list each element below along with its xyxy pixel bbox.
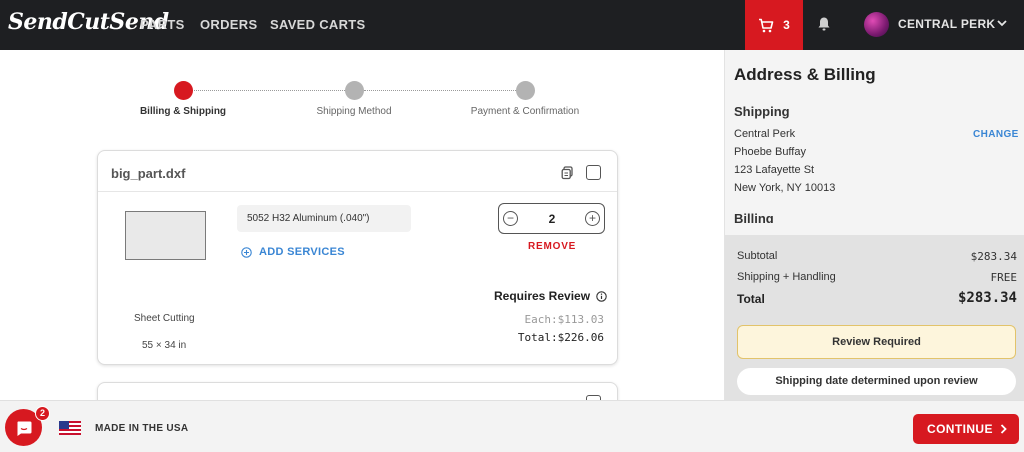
address-line: Central Perk (734, 128, 796, 140)
cart-icon (759, 18, 774, 32)
address-line: 123 Lafayette St (734, 164, 815, 176)
step-dot-billing[interactable] (174, 81, 193, 100)
quantity-value[interactable]: 2 (545, 212, 559, 226)
nav-parts[interactable]: PARTS (140, 17, 185, 32)
info-icon[interactable] (596, 290, 607, 302)
cart-count: 3 (783, 18, 790, 32)
increment-button[interactable]: + (585, 211, 600, 226)
quantity-stepper: − 2 + (498, 203, 605, 234)
material-select[interactable]: 5052 H32 Aluminum (.040") (237, 205, 411, 232)
shipping-value: FREE (990, 271, 1018, 284)
part-card: big_part.dxf 5052 H32 Aluminum (.040") A… (97, 150, 618, 365)
add-services-label: ADD SERVICES (259, 246, 345, 258)
stepper-connector (364, 90, 516, 91)
part-thumbnail[interactable] (125, 211, 206, 260)
avatar[interactable] (864, 12, 889, 37)
total-value: $283.34 (957, 290, 1017, 306)
stepper-connector (192, 90, 345, 91)
add-services-button[interactable]: ADD SERVICES (241, 246, 345, 258)
part-select-checkbox[interactable] (586, 165, 601, 180)
top-nav: SendCutSend PARTS ORDERS SAVED CARTS 3 C… (0, 0, 1024, 50)
change-address-link[interactable]: CHANGE (973, 129, 1019, 140)
part-filename: big_part.dxf (111, 166, 186, 181)
continue-button[interactable]: CONTINUE (913, 414, 1019, 444)
card-divider (98, 191, 617, 192)
continue-label: CONTINUE (927, 422, 993, 436)
nav-orders[interactable]: ORDERS (200, 17, 257, 32)
requires-review-label: Requires Review (494, 289, 591, 303)
shipping-date-note: Shipping date determined upon review (737, 368, 1016, 395)
footer-bar: 2 MADE IN THE USA CONTINUE (0, 400, 1024, 452)
shipping-label: Shipping + Handling (737, 271, 836, 283)
decrement-button[interactable]: − (503, 211, 518, 226)
review-required-badge: Review Required (737, 325, 1016, 359)
chat-badge: 2 (35, 406, 50, 421)
shipping-heading: Shipping (734, 104, 790, 119)
step-label-shipping[interactable]: Shipping Method (316, 106, 391, 117)
bell-icon[interactable] (817, 16, 831, 32)
process-type: Sheet Cutting (134, 313, 195, 324)
billing-heading: Billing (734, 211, 774, 223)
address-billing-panel: Address & Billing Shipping CHANGE Centra… (724, 50, 1024, 400)
step-label-billing[interactable]: Billing & Shipping (140, 106, 226, 117)
price-each: Each:$113.03 (524, 313, 604, 326)
subtotal-label: Subtotal (737, 250, 778, 262)
subtotal-value: $283.34 (970, 250, 1017, 263)
us-flag-icon (59, 421, 81, 435)
step-label-payment[interactable]: Payment & Confirmation (471, 106, 579, 117)
total-label: Total (737, 292, 765, 306)
remove-button[interactable]: REMOVE (528, 241, 576, 252)
chevron-down-icon[interactable] (997, 19, 1007, 27)
account-name[interactable]: CENTRAL PERK (898, 17, 995, 31)
copy-icon[interactable] (561, 166, 574, 180)
panel-title: Address & Billing (734, 65, 876, 84)
plus-circle-icon (241, 246, 252, 258)
address-line: Phoebe Buffay (734, 146, 806, 158)
chevron-right-icon (1000, 424, 1007, 434)
price-total: Total:$226.06 (517, 331, 604, 344)
order-summary: Subtotal $283.34 Shipping + Handling FRE… (725, 235, 1024, 400)
cart-button[interactable]: 3 (745, 0, 803, 50)
nav-saved-carts[interactable]: SAVED CARTS (270, 17, 366, 32)
made-in-usa: MADE IN THE USA (95, 423, 189, 434)
chat-icon (16, 421, 31, 436)
address-line: New York, NY 10013 (734, 182, 836, 194)
part-dimensions: 55 × 34 in (142, 340, 187, 351)
step-dot-payment[interactable] (516, 81, 535, 100)
requires-review: Requires Review (494, 289, 607, 303)
step-dot-shipping[interactable] (345, 81, 364, 100)
